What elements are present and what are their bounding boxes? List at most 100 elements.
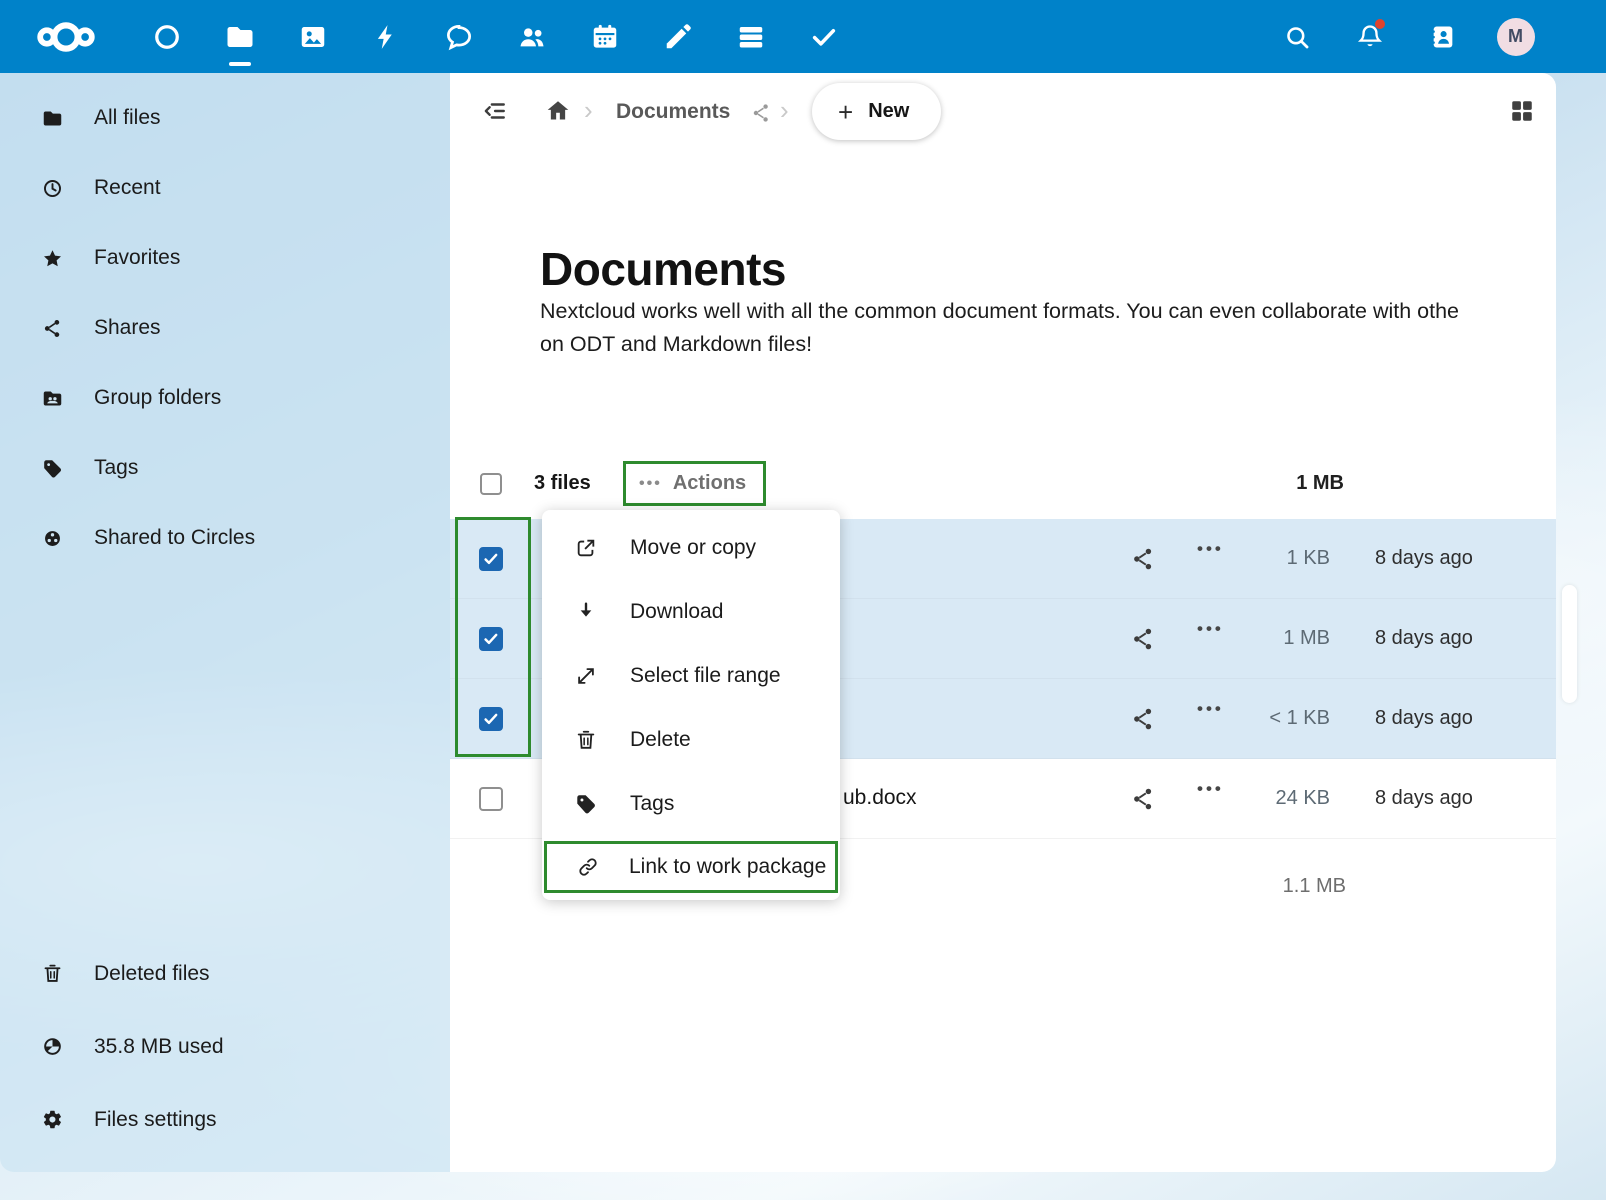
- contacts-menu-icon[interactable]: [1406, 0, 1479, 73]
- row-actions-icon[interactable]: •••: [1197, 539, 1224, 559]
- calendar-app-icon[interactable]: [568, 0, 641, 73]
- deck-app-icon[interactable]: [714, 0, 787, 73]
- menu-item-select-file-range[interactable]: Select file range: [542, 644, 840, 708]
- sidebar-item-label: 35.8 MB used: [94, 1035, 224, 1059]
- topbar-right: M: [1260, 0, 1552, 73]
- menu-item-label: Tags: [630, 792, 674, 816]
- grid-view-icon[interactable]: [1508, 97, 1536, 125]
- folder-description-line2: on ODT and Markdown files!: [540, 328, 1556, 361]
- sidebar-item-files-settings[interactable]: Files settings: [0, 1083, 450, 1156]
- link-icon: [577, 856, 599, 878]
- sidebar-item-shares[interactable]: Shares: [0, 293, 450, 363]
- share-icon[interactable]: [1130, 706, 1156, 732]
- check-icon: [482, 550, 500, 568]
- total-size-header: 1 MB: [1296, 472, 1344, 495]
- actions-annotation-box: ••• Actions: [623, 461, 766, 506]
- new-button-label: New: [868, 100, 909, 123]
- breadcrumb-current[interactable]: Documents: [616, 100, 730, 124]
- menu-item-label: Move or copy: [630, 536, 756, 560]
- sidebar-item-deleted-files[interactable]: Deleted files: [0, 937, 450, 1010]
- trash-icon: [42, 963, 63, 984]
- download-icon: [575, 601, 597, 623]
- topbar: M: [0, 0, 1606, 73]
- nextcloud-logo-icon: [22, 17, 110, 57]
- scrollbar-thumb[interactable]: [1562, 585, 1577, 703]
- delete-icon: [575, 729, 597, 751]
- file-modified: 8 days ago: [1375, 547, 1473, 570]
- menu-item-label: Link to work package: [629, 855, 826, 879]
- files-content: › Documents › + New Documents Nextcloud …: [450, 73, 1556, 1172]
- file-modified: 8 days ago: [1375, 787, 1473, 810]
- active-app-indicator: [229, 62, 251, 66]
- home-icon[interactable]: [540, 91, 576, 131]
- row-actions-icon[interactable]: •••: [1197, 619, 1224, 639]
- row-checkbox[interactable]: [479, 707, 503, 731]
- sidebar-item-label: Group folders: [94, 386, 221, 410]
- files-app-icon[interactable]: [203, 0, 276, 73]
- sidebar-item-label: Shares: [94, 316, 161, 340]
- app-frame: All files Recent Favorites Shares Group …: [0, 73, 1556, 1172]
- circle-app-icon[interactable]: [130, 0, 203, 73]
- share-icon: [42, 318, 63, 339]
- menu-item-label: Download: [630, 600, 723, 624]
- sidebar-item-recent[interactable]: Recent: [0, 153, 450, 223]
- share-icon[interactable]: [1130, 546, 1156, 572]
- photos-app-icon[interactable]: [276, 0, 349, 73]
- sidebar-item-label: Shared to Circles: [94, 526, 255, 550]
- avatar[interactable]: M: [1497, 18, 1535, 56]
- batch-actions-label: Actions: [673, 472, 746, 495]
- activity-app-icon[interactable]: [349, 0, 422, 73]
- sidebar-item-tags[interactable]: Tags: [0, 433, 450, 503]
- sidebar-item-label: Recent: [94, 176, 161, 200]
- share-icon[interactable]: [1130, 626, 1156, 652]
- new-button[interactable]: + New: [812, 83, 941, 140]
- summary-total-size: 1.1 MB: [1283, 875, 1346, 898]
- circles-icon: [42, 528, 63, 549]
- notification-dot: [1375, 19, 1385, 29]
- sidebar-item-group-folders[interactable]: Group folders: [0, 363, 450, 433]
- row-actions-icon[interactable]: •••: [1197, 699, 1224, 719]
- collapse-sidebar-icon[interactable]: [472, 89, 516, 133]
- move-or-copy-icon: [575, 537, 597, 559]
- menu-item-link-to-work-package[interactable]: Link to work package: [544, 841, 838, 893]
- user-menu[interactable]: M: [1479, 0, 1552, 73]
- menu-item-download[interactable]: Download: [542, 580, 840, 644]
- sidebar-item-label: Deleted files: [94, 962, 210, 986]
- file-modified: 8 days ago: [1375, 627, 1473, 650]
- tag-icon: [575, 793, 597, 815]
- row-checkbox[interactable]: [479, 547, 503, 571]
- notes-app-icon[interactable]: [641, 0, 714, 73]
- tasks-app-icon[interactable]: [787, 0, 860, 73]
- sidebar-item-label: Favorites: [94, 246, 180, 270]
- select-all-checkbox[interactable]: [480, 473, 502, 495]
- menu-item-delete[interactable]: Delete: [542, 708, 840, 772]
- menu-item-move-or-copy[interactable]: Move or copy: [542, 516, 840, 580]
- menu-item-tags[interactable]: Tags: [542, 772, 840, 836]
- sidebar-item-favorites[interactable]: Favorites: [0, 223, 450, 293]
- sidebar-item-quota[interactable]: 35.8 MB used: [0, 1010, 450, 1083]
- sidebar-bottom: Deleted files 35.8 MB used Files setting…: [0, 937, 450, 1156]
- contacts-app-icon[interactable]: [495, 0, 568, 73]
- more-dots-icon: •••: [639, 475, 662, 493]
- sidebar-item-label: Files settings: [94, 1108, 217, 1132]
- breadcrumb-share-icon[interactable]: [750, 102, 772, 124]
- quota-icon: [42, 1036, 63, 1057]
- row-checkbox[interactable]: [479, 627, 503, 651]
- notifications-bell-icon[interactable]: [1333, 0, 1406, 73]
- sidebar-item-all-files[interactable]: All files: [0, 83, 450, 153]
- batch-actions-button[interactable]: ••• Actions: [626, 464, 763, 503]
- row-actions-icon[interactable]: •••: [1197, 779, 1224, 799]
- clock-icon: [42, 178, 63, 199]
- check-icon: [482, 630, 500, 648]
- sidebar-item-shared-to-circles[interactable]: Shared to Circles: [0, 503, 450, 573]
- nextcloud-logo[interactable]: [0, 17, 130, 57]
- tag-icon: [42, 458, 63, 479]
- file-modified: 8 days ago: [1375, 707, 1473, 730]
- file-size: 24 KB: [1276, 787, 1330, 810]
- talk-app-icon[interactable]: [422, 0, 495, 73]
- row-checkbox[interactable]: [479, 787, 503, 811]
- share-icon[interactable]: [1130, 786, 1156, 812]
- search-icon[interactable]: [1260, 0, 1333, 73]
- page-title: Documents: [540, 242, 786, 296]
- folder-icon: [42, 108, 63, 129]
